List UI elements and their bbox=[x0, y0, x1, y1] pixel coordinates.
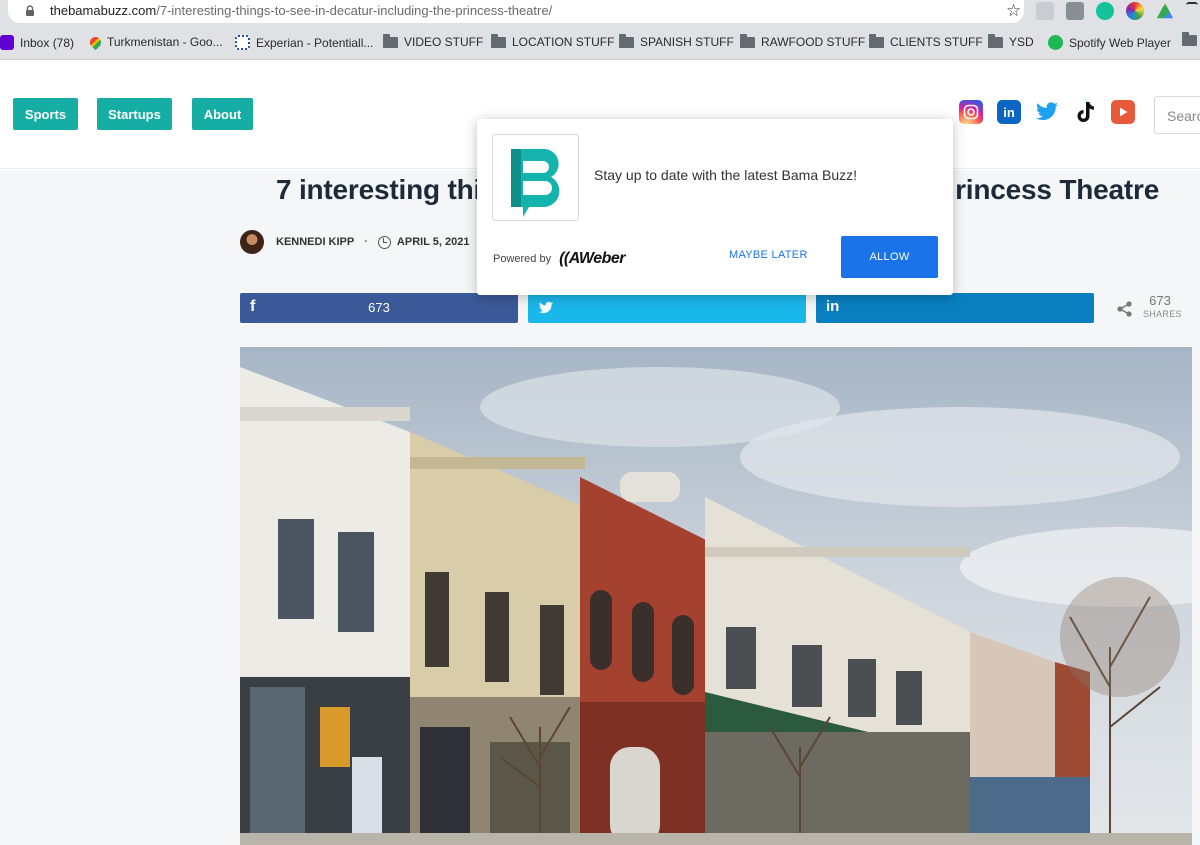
folder-icon bbox=[619, 33, 634, 48]
spotify-icon bbox=[1048, 35, 1063, 50]
experian-icon bbox=[235, 35, 250, 50]
bookmark-experian[interactable]: Experian - Potentiall... bbox=[235, 35, 373, 50]
bookmark-label: Spotify Web Player bbox=[1069, 35, 1171, 50]
google-maps-icon bbox=[87, 34, 104, 50]
shares-label: SHARES bbox=[1143, 309, 1182, 319]
folder-icon bbox=[740, 33, 755, 48]
folder-icon bbox=[491, 33, 506, 48]
google-drive-extension-icon[interactable] bbox=[1156, 2, 1174, 19]
dropbox-extension-icon[interactable] bbox=[1036, 2, 1054, 20]
youtube-icon[interactable] bbox=[1111, 100, 1135, 124]
bookmark-label: VIDEO STUFF bbox=[404, 35, 484, 49]
article-title-right: rincess Theatre bbox=[955, 174, 1160, 205]
popup-message: Stay up to date with the latest Bama Buz… bbox=[594, 167, 858, 183]
bookmark-ysd[interactable]: YSD bbox=[988, 33, 1034, 49]
powered-by: Powered by ((AWeber bbox=[493, 250, 626, 268]
google-extension-icon[interactable] bbox=[1066, 2, 1084, 20]
browser-toolbar: thebamabuzz.com/7-interesting-things-to-… bbox=[0, 0, 1200, 25]
author-name[interactable]: KENNEDI KIPP bbox=[276, 236, 354, 248]
storefront-photo bbox=[240, 347, 1192, 845]
bookmark-clients-stuff[interactable]: CLIENTS STUFF bbox=[869, 33, 983, 49]
folder-icon bbox=[988, 33, 1003, 48]
instagram-icon[interactable] bbox=[959, 100, 983, 124]
meta-separator: · bbox=[364, 236, 368, 248]
search-placeholder: Search bbox=[1167, 108, 1200, 124]
nav-sports[interactable]: Sports bbox=[13, 98, 78, 130]
web-page: Sports Startups About in Search 7 intere… bbox=[0, 61, 1200, 845]
color-picker-extension-icon[interactable] bbox=[1126, 2, 1144, 20]
bookmark-label: Inbox (78) bbox=[20, 35, 75, 50]
article-hero-image bbox=[240, 347, 1192, 845]
bookmark-turkmenistan[interactable]: Turkmenistan - Goo... bbox=[87, 34, 223, 50]
bookmark-video-stuff[interactable]: VIDEO STUFF bbox=[383, 33, 484, 49]
lock-icon bbox=[26, 5, 34, 16]
bookmark-label: SPANISH STUFF bbox=[640, 35, 734, 49]
powered-by-label: Powered by bbox=[493, 253, 552, 265]
twitter-icon bbox=[539, 301, 553, 314]
facebook-share-count: 673 bbox=[368, 300, 390, 315]
publish-date: APRIL 5, 2021 bbox=[396, 236, 470, 248]
bookmark-rawfood-stuff[interactable]: RAWFOOD STUFF bbox=[740, 33, 866, 49]
bookmark-inbox[interactable]: Inbox (78) bbox=[0, 35, 74, 50]
bookmark-label: RAWFOOD STUFF bbox=[761, 35, 866, 49]
bama-buzz-logo bbox=[492, 134, 579, 221]
bookmark-spotify[interactable]: Spotify Web Player bbox=[1048, 35, 1171, 50]
bookmark-star-icon[interactable]: ☆ bbox=[1006, 1, 1021, 21]
bookmark-label: CLIENTS STUFF bbox=[890, 35, 983, 49]
facebook-share-button[interactable]: f 673 bbox=[240, 293, 518, 323]
bookmark-more-folder[interactable] bbox=[1182, 32, 1197, 46]
nav-about[interactable]: About bbox=[192, 98, 253, 130]
clock-icon bbox=[377, 235, 391, 249]
url-text: thebamabuzz.com/7-interesting-things-to-… bbox=[50, 3, 553, 18]
aweber-logo: ((AWeber bbox=[559, 250, 625, 268]
linkedin-icon: in bbox=[826, 298, 840, 315]
bookmark-label: Experian - Potentiall... bbox=[256, 35, 374, 50]
allow-button[interactable]: ALLOW bbox=[841, 236, 938, 278]
twitter-share-button[interactable] bbox=[528, 293, 806, 323]
search-input[interactable]: Search bbox=[1154, 96, 1200, 134]
article-title-left: 7 interesting thi bbox=[276, 174, 482, 205]
bookmarks-bar: Inbox (78) Turkmenistan - Goo... Experia… bbox=[0, 25, 1200, 60]
yahoo-mail-icon bbox=[0, 35, 14, 50]
aweber-brand: AWeber bbox=[568, 250, 626, 267]
share-total: 673 SHARES bbox=[1116, 292, 1186, 326]
maybe-later-button[interactable]: MAYBE LATER bbox=[729, 249, 808, 261]
bookmark-label: LOCATION STUFF bbox=[512, 35, 615, 49]
linkedin-icon[interactable]: in bbox=[997, 100, 1021, 124]
bookmark-spanish-stuff[interactable]: SPANISH STUFF bbox=[619, 33, 734, 49]
folder-icon bbox=[869, 33, 884, 48]
tiktok-icon[interactable] bbox=[1073, 100, 1097, 124]
twitter-icon[interactable] bbox=[1035, 100, 1059, 124]
share-icon bbox=[1117, 301, 1132, 317]
grammarly-extension-icon[interactable] bbox=[1096, 2, 1114, 20]
article-meta: KENNEDI KIPP · APRIL 5, 2021 bbox=[240, 230, 469, 254]
subscribe-popup: Stay up to date with the latest Bama Buz… bbox=[477, 119, 953, 295]
bookmark-label: YSD bbox=[1009, 35, 1034, 49]
resize-icon[interactable] bbox=[1186, 2, 1198, 20]
total-share-count: 673 bbox=[1149, 293, 1171, 308]
nav-startups[interactable]: Startups bbox=[97, 98, 172, 130]
address-bar[interactable]: thebamabuzz.com/7-interesting-things-to-… bbox=[8, 0, 1024, 23]
bookmark-label: Turkmenistan - Goo... bbox=[107, 35, 223, 49]
folder-icon bbox=[383, 33, 398, 48]
avatar[interactable] bbox=[240, 230, 264, 254]
folder-icon bbox=[1182, 32, 1197, 46]
bookmark-location-stuff[interactable]: LOCATION STUFF bbox=[491, 33, 615, 49]
aweber-waves-icon: (( bbox=[559, 250, 569, 267]
linkedin-share-button[interactable]: in bbox=[816, 293, 1094, 323]
